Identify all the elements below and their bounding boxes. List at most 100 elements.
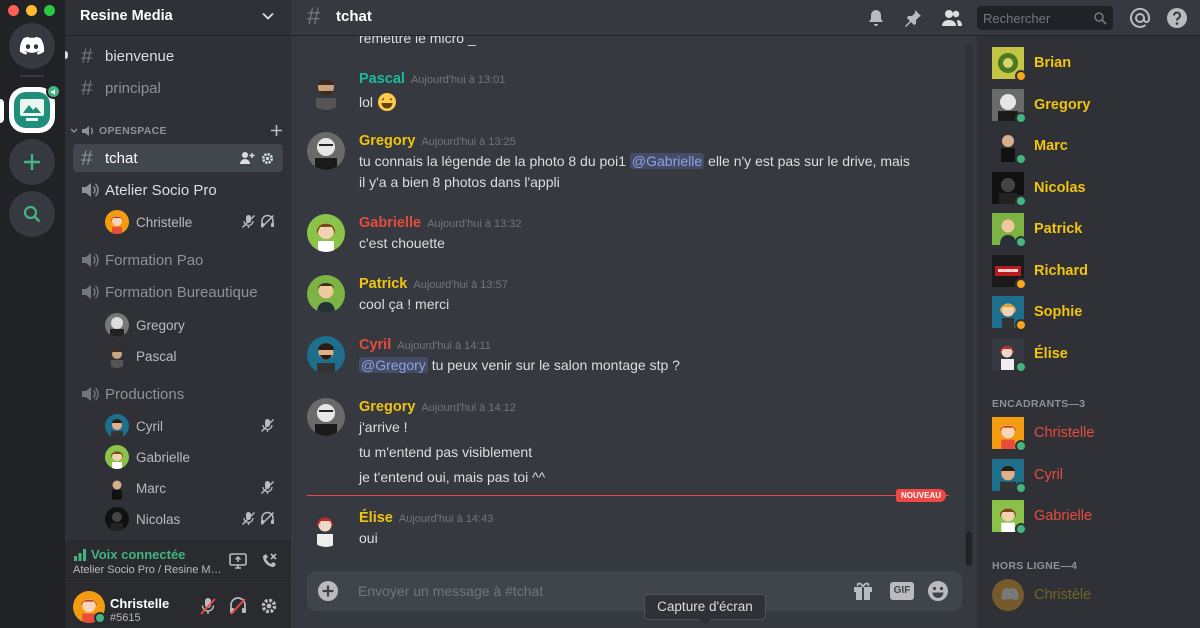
status-dot <box>1015 278 1027 290</box>
channel-label: Atelier Socio Pro <box>105 181 217 199</box>
user-mention[interactable]: @Gregory <box>359 357 428 373</box>
voice-user-cyril[interactable]: Cyril <box>105 413 281 439</box>
voice-user-marc[interactable]: Marc <box>105 475 281 501</box>
minimize-window-button[interactable] <box>26 5 37 16</box>
mic-muted-icon <box>260 418 275 433</box>
member-cyril[interactable]: Cyril <box>992 457 1063 494</box>
voice-location[interactable]: Atelier Socio Pro / Resine Media <box>73 564 223 576</box>
explore-servers-button[interactable] <box>9 191 55 237</box>
user-mention[interactable]: @Gabrielle <box>629 153 705 169</box>
avatar[interactable] <box>307 132 345 170</box>
discord-home-button[interactable] <box>9 23 55 69</box>
member-sophie[interactable]: Sophie <box>992 294 1082 331</box>
zoom-window-button[interactable] <box>44 5 55 16</box>
screen-share-icon[interactable] <box>229 553 247 569</box>
voice-user-christelle[interactable]: Christelle <box>105 209 281 235</box>
avatar <box>105 210 129 234</box>
avatar[interactable] <box>307 509 345 547</box>
message-author[interactable]: Patrick Aujourd'hui à 13:57 <box>359 276 508 292</box>
unread-indicator <box>65 51 68 59</box>
channel-label: principal <box>105 79 161 97</box>
channel-bienvenue[interactable]: # bienvenue <box>73 42 283 70</box>
message-timestamp: Aujourd'hui à 14:11 <box>397 340 491 352</box>
message-composer[interactable]: Envoyer un message à #tchat GIF <box>307 571 962 611</box>
member-gregory[interactable]: Gregory <box>992 87 1090 124</box>
status-dot <box>1015 482 1027 494</box>
status-dot <box>1015 112 1027 124</box>
avatar[interactable] <box>307 398 345 436</box>
voice-channel-productions[interactable]: Productions <box>73 380 283 408</box>
user-name: Christelle <box>110 596 170 611</box>
gear-icon[interactable] <box>260 597 278 615</box>
voice-user-gabrielle[interactable]: Gabrielle <box>105 444 281 470</box>
voice-channel-atelier-socio-pro[interactable]: Atelier Socio Pro <box>73 176 283 204</box>
disconnect-call-icon[interactable] <box>260 552 278 570</box>
user-tag: #5615 <box>110 612 141 624</box>
message-text: @Gregory tu peux venir sur le salon mont… <box>359 357 680 373</box>
pin-icon[interactable] <box>903 8 923 28</box>
message-author[interactable]: Gregory Aujourd'hui à 13:25 <box>359 133 516 149</box>
member-gabrielle[interactable]: Gabrielle <box>992 498 1092 535</box>
server-header[interactable]: Resine Media <box>65 0 291 36</box>
member-marc[interactable]: Marc <box>992 128 1068 165</box>
search-input[interactable]: Rechercher <box>977 6 1113 30</box>
member-list-icon[interactable] <box>941 8 963 28</box>
selected-server-pill <box>0 99 4 123</box>
message-author[interactable]: Gabrielle Aujourd'hui à 13:32 <box>359 215 522 231</box>
voice-user-gregory[interactable]: Gregory <box>105 312 281 338</box>
voice-channel-formation-bureautique[interactable]: Formation Bureautique <box>73 278 283 306</box>
mentions-icon[interactable] <box>1129 7 1151 29</box>
bell-icon[interactable] <box>866 8 886 28</box>
message-author[interactable]: Pascal Aujourd'hui à 13:01 <box>359 71 505 87</box>
message-author[interactable]: Cyril Aujourd'hui à 14:11 <box>359 337 491 353</box>
invite-member-icon[interactable] <box>239 151 255 165</box>
message-author[interactable]: Élise Aujourd'hui à 14:43 <box>359 510 493 526</box>
channel-label: bienvenue <box>105 47 175 65</box>
add-channel-icon[interactable] <box>270 124 283 137</box>
voice-user-nicolas[interactable]: Nicolas <box>105 506 281 532</box>
voice-user-pascal[interactable]: Pascal <box>105 343 281 369</box>
category-openspace[interactable]: OPENSPACE <box>69 122 285 140</box>
resine-media-server-button[interactable] <box>9 84 61 133</box>
gif-button[interactable]: GIF <box>890 582 914 600</box>
upload-plus-icon[interactable] <box>317 580 339 602</box>
help-icon[interactable] <box>1166 7 1188 29</box>
member-patrick[interactable]: Patrick <box>992 211 1082 248</box>
hash-icon: # <box>81 76 93 100</box>
message-text: j'arrive ! <box>359 419 408 435</box>
avatar[interactable] <box>307 214 345 252</box>
avatar[interactable] <box>307 336 345 374</box>
headset-muted-icon[interactable] <box>229 597 247 615</box>
avatar[interactable] <box>307 275 345 313</box>
channel-tchat[interactable]: # tchat <box>73 144 283 172</box>
scrollbar-track[interactable] <box>965 44 973 566</box>
speaker-icon <box>82 253 99 267</box>
message-timestamp: Aujourd'hui à 13:01 <box>410 74 506 86</box>
gear-icon[interactable] <box>261 152 274 165</box>
avatar <box>992 579 1024 615</box>
member-richard[interactable]: Richard <box>992 253 1088 290</box>
mic-muted-icon[interactable] <box>199 597 217 615</box>
emoji-icon[interactable] <box>927 580 949 602</box>
add-server-button[interactable] <box>9 139 55 185</box>
message-author[interactable]: Gregory Aujourd'hui à 14:12 <box>359 399 516 415</box>
new-messages-badge: NOUVEAU <box>896 489 947 502</box>
gift-icon[interactable] <box>852 580 874 602</box>
chevron-down-icon <box>70 128 78 133</box>
member-christelle[interactable]: Christelle <box>992 415 1094 452</box>
member-brian[interactable]: Brian <box>992 45 1071 82</box>
message-list: remettre le micro _ Pascal Aujourd'hui à … <box>291 36 977 566</box>
channel-label: Formation Pao <box>105 251 204 269</box>
close-window-button[interactable] <box>8 5 19 16</box>
member-christele[interactable]: Christèle <box>992 577 1091 613</box>
scrollbar-thumb[interactable] <box>966 532 972 566</box>
voice-channel-formation-pao[interactable]: Formation Pao <box>73 246 283 274</box>
member-elise[interactable]: Élise <box>992 336 1068 373</box>
avatar <box>105 445 129 469</box>
server-name: Resine Media <box>80 8 173 24</box>
avatar <box>105 313 129 337</box>
member-nicolas[interactable]: Nicolas <box>992 170 1086 207</box>
avatar[interactable] <box>307 72 345 110</box>
channel-principal[interactable]: # principal <box>73 74 283 102</box>
status-dot <box>1015 195 1027 207</box>
